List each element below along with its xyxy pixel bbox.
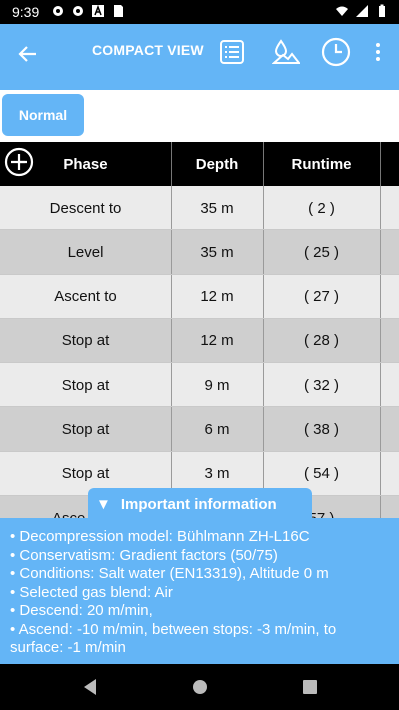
depth-cell: 9 m [204, 376, 230, 394]
list-icon [220, 40, 244, 64]
table-row[interactable]: Stop at 12 m ( 28 ) [0, 318, 399, 364]
header-phase: Phase [63, 155, 108, 173]
nav-home-button[interactable] [188, 676, 212, 698]
table-row[interactable]: Ascent to 12 m ( 27 ) [0, 274, 399, 319]
table-row[interactable]: Level 35 m ( 25 ) [0, 230, 399, 275]
nav-recents-button[interactable] [298, 676, 322, 698]
wifi-icon [336, 6, 348, 16]
signal-icon [356, 5, 368, 17]
info-line: • Descend: 20 m/min, [10, 602, 153, 619]
normal-mode-button[interactable]: Normal [2, 94, 84, 136]
page-title: COMPACT VIEW [92, 42, 204, 58]
phase-cell: Stop at [61, 376, 110, 394]
divider [380, 318, 381, 363]
runtime-cell: ( 28 ) [303, 332, 339, 350]
app-bar: COMPACT VIEW [0, 24, 399, 90]
status-bar: 9:39 [0, 0, 399, 24]
depth-cell: 35 m [200, 199, 234, 217]
divider [380, 451, 381, 496]
battery-icon [379, 4, 385, 17]
dive-profile-button[interactable] [268, 34, 304, 70]
phase-cell: Descent to [49, 199, 122, 217]
sd-card-icon [114, 5, 123, 17]
header-depth: Depth [195, 155, 239, 173]
mode-row: Normal [0, 90, 399, 142]
circle-home-icon [193, 680, 207, 694]
important-info-toggle[interactable]: ▼ Important information [88, 488, 312, 520]
divider [380, 407, 381, 451]
table-row[interactable]: Stop at 6 m ( 38 ) [0, 407, 399, 452]
info-line: • Decompression model: Bühlmann ZH-L16C [10, 528, 310, 545]
dive-plan-table: Phase Depth Runtime Descent to 35 m ( 2 … [0, 142, 399, 541]
app-a-icon [92, 4, 104, 17]
list-view-button[interactable] [214, 34, 250, 70]
important-info-panel: • Decompression model: Bühlmann ZH-L16C … [0, 518, 399, 664]
table-row[interactable]: Stop at 9 m ( 32 ) [0, 363, 399, 408]
runtime-cell: ( 2 ) [308, 199, 335, 217]
depth-cell: 12 m [200, 332, 234, 350]
system-nav-bar [0, 664, 399, 710]
runtime-cell: ( 25 ) [303, 243, 339, 261]
table-row[interactable]: Descent to 35 m ( 2 ) [0, 186, 399, 231]
divider [380, 186, 381, 230]
more-vert-icon [376, 43, 380, 61]
phase-cell: Level [67, 243, 104, 261]
status-icons-left [51, 4, 125, 18]
divider [380, 274, 381, 318]
runtime-cell: ( 38 ) [303, 420, 339, 438]
runtime-cell: ( 32 ) [303, 376, 339, 394]
status-icons-right [335, 4, 389, 18]
runtime-cell: ( 27 ) [303, 288, 339, 306]
collapse-triangle-icon: ▼ [96, 495, 111, 513]
triangle-back-icon [84, 679, 96, 695]
info-line: surface: -1 m/min [10, 639, 126, 656]
depth-cell: 6 m [204, 420, 230, 438]
water-mountain-icon [272, 39, 300, 64]
depth-cell: 12 m [200, 288, 234, 306]
runtime-button[interactable] [318, 34, 354, 70]
nav-back-button[interactable] [78, 676, 102, 698]
divider [380, 230, 381, 274]
table-header: Phase Depth Runtime [0, 142, 399, 186]
clock-icon [321, 37, 351, 67]
divider [380, 363, 381, 407]
info-line: • Conditions: Salt water (EN13319), Alti… [10, 565, 329, 582]
header-runtime: Runtime [291, 155, 352, 173]
info-line: • Ascend: -10 m/min, between stops: -3 m… [10, 620, 337, 638]
overflow-menu-button[interactable] [360, 34, 396, 70]
square-recents-icon [303, 680, 317, 694]
phase-cell: Stop at [61, 332, 110, 350]
divider [380, 142, 381, 186]
back-button[interactable] [12, 38, 44, 70]
settings-icon [53, 6, 63, 16]
status-time: 9:39 [12, 4, 40, 20]
important-info-title: Important information [120, 495, 277, 513]
settings-icon [73, 6, 83, 16]
arrow-back-icon [18, 46, 36, 62]
phase-cell: Stop at [61, 420, 110, 438]
info-line: • Conservatism: Gradient factors (50/75) [10, 546, 278, 564]
info-line: • Selected gas blend: Air [10, 583, 173, 601]
depth-cell: 35 m [200, 243, 234, 261]
phase-cell: Ascent to [54, 288, 117, 306]
